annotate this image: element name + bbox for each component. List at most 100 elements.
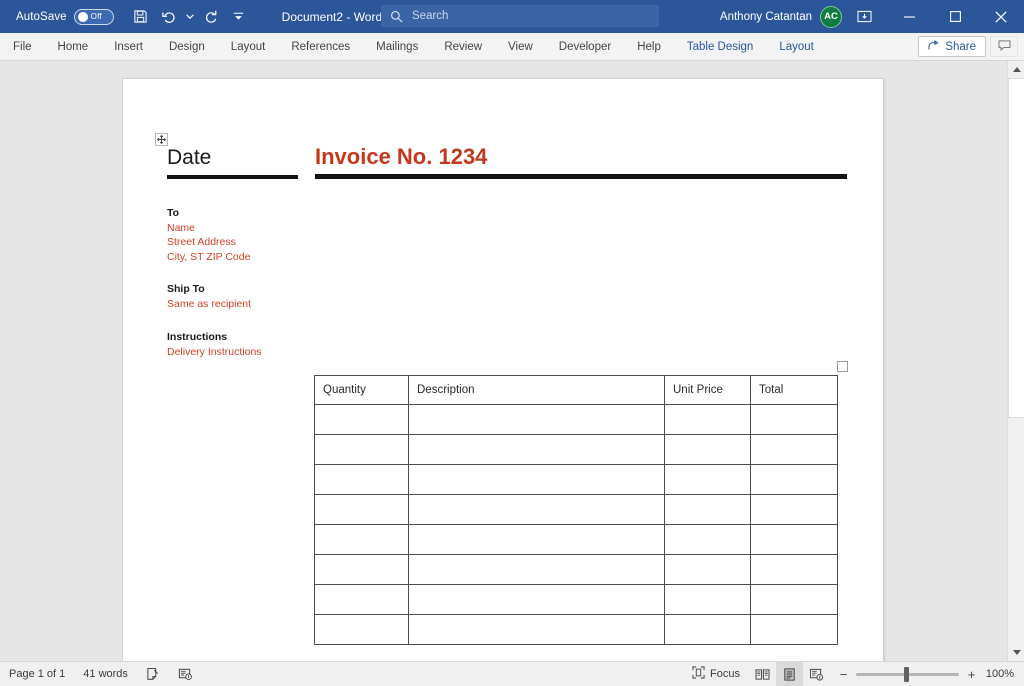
table-row[interactable]	[314, 464, 838, 495]
web-layout-view-button[interactable]	[803, 662, 830, 686]
tab-table-design[interactable]: Table Design	[674, 33, 766, 60]
cell-quantity[interactable]	[314, 584, 409, 615]
table-row[interactable]	[314, 434, 838, 465]
print-layout-view-button[interactable]	[776, 661, 803, 686]
table-row[interactable]	[314, 614, 838, 645]
table-row[interactable]	[314, 494, 838, 525]
page-indicator[interactable]: Page 1 of 1	[0, 662, 74, 686]
zoom-level-label[interactable]: 100%	[984, 668, 1014, 680]
cell-total[interactable]	[750, 554, 838, 585]
invoice-number-field[interactable]: Invoice No. 1234	[315, 144, 847, 169]
tab-home[interactable]: Home	[45, 33, 102, 60]
scroll-down-button[interactable]	[1008, 644, 1024, 661]
cell-total[interactable]	[750, 404, 838, 435]
close-button[interactable]	[978, 0, 1024, 33]
minimize-button[interactable]	[886, 0, 932, 33]
cell-quantity[interactable]	[314, 404, 409, 435]
tab-view[interactable]: View	[495, 33, 546, 60]
cell-unit-price[interactable]	[664, 554, 751, 585]
tab-file[interactable]: File	[0, 33, 45, 60]
cell-total[interactable]	[750, 614, 838, 645]
cell-total[interactable]	[750, 584, 838, 615]
cell-quantity[interactable]	[314, 434, 409, 465]
instructions-value[interactable]: Delivery Instructions	[167, 345, 427, 359]
to-city-state-zip[interactable]: City, ST ZIP Code	[167, 250, 427, 264]
cell-description[interactable]	[408, 524, 665, 555]
cell-quantity[interactable]	[314, 524, 409, 555]
vertical-scrollbar-thumb[interactable]	[1008, 78, 1024, 418]
autosave-toggle[interactable]: Off	[73, 8, 114, 25]
read-mode-view-button[interactable]	[749, 662, 776, 686]
scroll-up-button[interactable]	[1008, 61, 1024, 78]
cell-description[interactable]	[408, 434, 665, 465]
to-street-address[interactable]: Street Address	[167, 235, 427, 249]
cell-total[interactable]	[750, 494, 838, 525]
cell-unit-price[interactable]	[664, 584, 751, 615]
cell-unit-price[interactable]	[664, 524, 751, 555]
word-count[interactable]: 41 words	[74, 662, 137, 686]
tab-layout[interactable]: Layout	[218, 33, 279, 60]
vertical-scrollbar[interactable]	[1007, 61, 1024, 661]
cell-description[interactable]	[408, 614, 665, 645]
focus-mode-button[interactable]: Focus	[683, 662, 749, 686]
table-row[interactable]	[314, 584, 838, 615]
cell-description[interactable]	[408, 584, 665, 615]
avatar[interactable]: AC	[820, 5, 842, 28]
cell-unit-price[interactable]	[664, 464, 751, 495]
share-button[interactable]: Share	[918, 36, 986, 57]
cell-unit-price[interactable]	[664, 434, 751, 465]
tab-table-layout[interactable]: Layout	[766, 33, 827, 60]
tab-review[interactable]: Review	[431, 33, 495, 60]
search-box[interactable]	[381, 5, 659, 27]
ship-to-value[interactable]: Same as recipient	[167, 297, 427, 311]
cell-quantity[interactable]	[314, 464, 409, 495]
date-field[interactable]: Date	[167, 146, 298, 169]
tab-help[interactable]: Help	[624, 33, 674, 60]
cell-unit-price[interactable]	[664, 404, 751, 435]
search-input[interactable]	[412, 10, 612, 22]
focus-label: Focus	[710, 668, 740, 680]
cell-unit-price[interactable]	[664, 494, 751, 525]
cell-total[interactable]	[750, 524, 838, 555]
ribbon-display-options-icon[interactable]	[842, 0, 886, 33]
tab-insert[interactable]: Insert	[101, 33, 156, 60]
redo-icon[interactable]	[198, 4, 224, 30]
customize-qat-icon[interactable]	[226, 4, 252, 30]
table-header-row: Quantity Description Unit Price Total	[314, 375, 838, 405]
cell-description[interactable]	[408, 554, 665, 585]
cell-quantity[interactable]	[314, 494, 409, 525]
address-blocks: To Name Street Address City, ST ZIP Code…	[167, 206, 427, 377]
account-name[interactable]: Anthony Catantan	[720, 11, 812, 23]
proofing-errors-icon[interactable]	[137, 662, 169, 686]
cell-total[interactable]	[750, 464, 838, 495]
tab-mailings[interactable]: Mailings	[363, 33, 431, 60]
table-row[interactable]	[314, 524, 838, 555]
cell-quantity[interactable]	[314, 554, 409, 585]
invoice-line-items-table[interactable]: Quantity Description Unit Price Total	[314, 375, 838, 645]
table-row[interactable]	[314, 404, 838, 435]
tab-references[interactable]: References	[278, 33, 363, 60]
undo-dropdown-icon[interactable]	[184, 4, 196, 30]
to-name[interactable]: Name	[167, 221, 427, 235]
zoom-out-button[interactable]: −	[838, 668, 849, 681]
accessibility-checker-icon[interactable]	[169, 662, 201, 686]
cell-description[interactable]	[408, 464, 665, 495]
comments-button[interactable]	[990, 36, 1018, 57]
tab-design[interactable]: Design	[156, 33, 218, 60]
zoom-slider[interactable]	[856, 666, 959, 682]
cell-quantity[interactable]	[314, 614, 409, 645]
document-page[interactable]: Date Invoice No. 1234 To Name Street Add…	[123, 79, 883, 661]
table-resize-handle[interactable]	[837, 361, 848, 372]
cell-unit-price[interactable]	[664, 614, 751, 645]
zoom-in-button[interactable]: +	[966, 668, 977, 681]
cell-description[interactable]	[408, 404, 665, 435]
tab-developer[interactable]: Developer	[546, 33, 624, 60]
maximize-button[interactable]	[932, 0, 978, 33]
autosave-control[interactable]: AutoSave Off	[16, 8, 114, 25]
table-row[interactable]	[314, 554, 838, 585]
save-icon[interactable]	[128, 4, 154, 30]
zoom-slider-thumb[interactable]	[904, 666, 909, 682]
cell-total[interactable]	[750, 434, 838, 465]
undo-icon[interactable]	[156, 4, 182, 30]
cell-description[interactable]	[408, 494, 665, 525]
